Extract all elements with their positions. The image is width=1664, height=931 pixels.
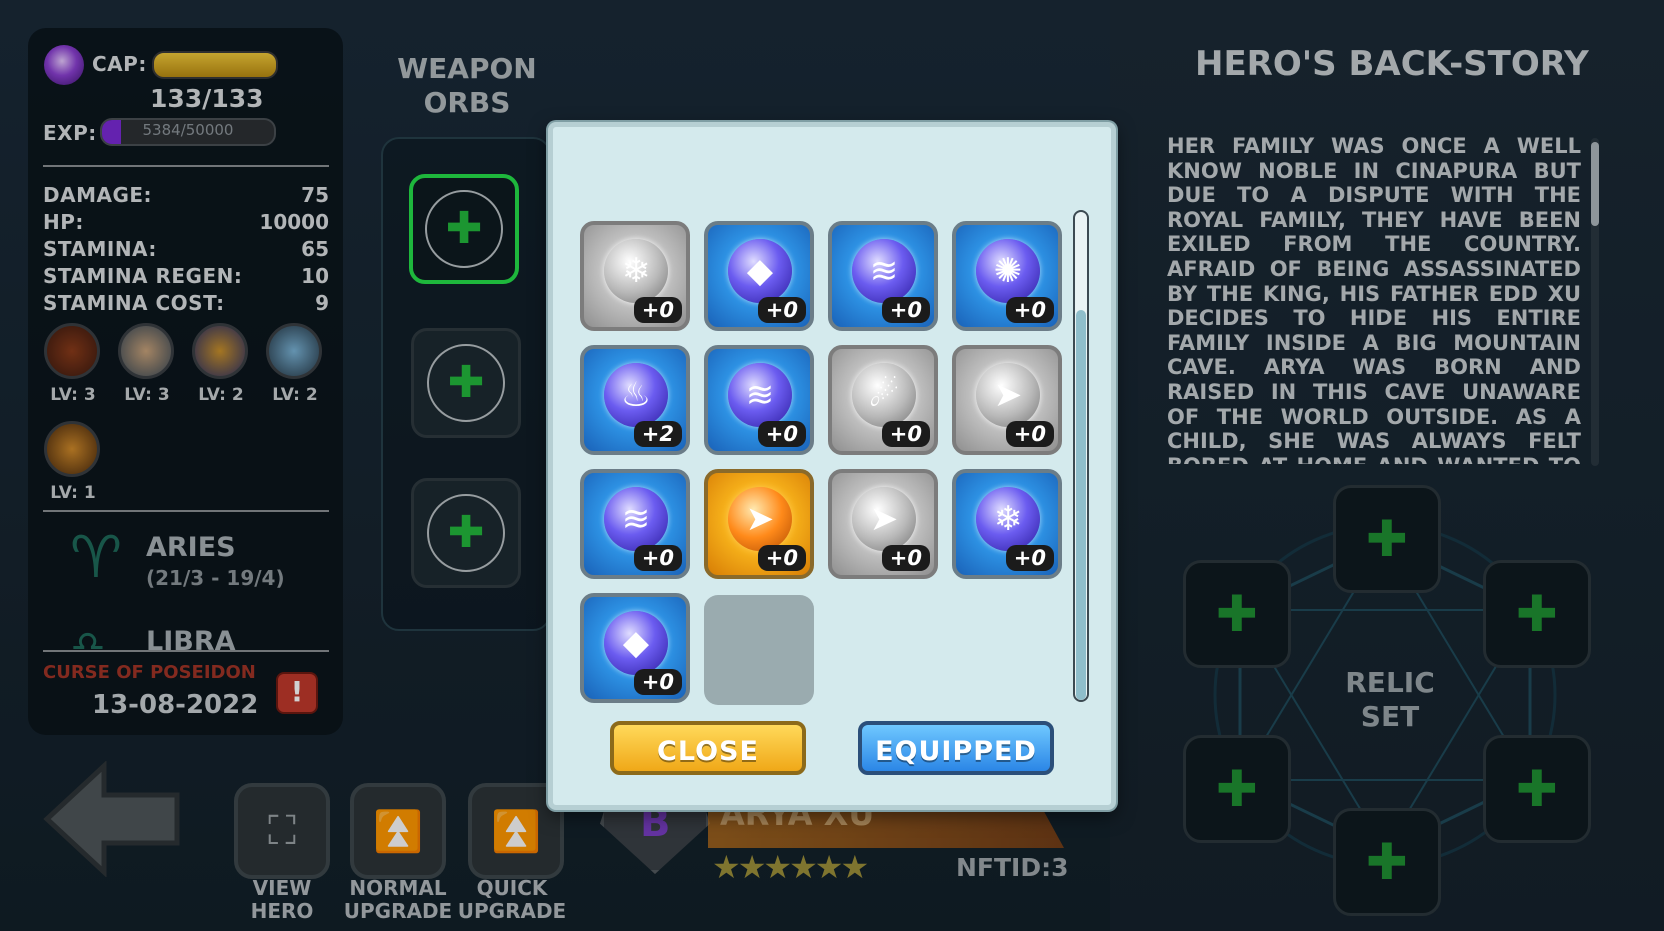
crystal-orb-icon: ◆	[728, 239, 792, 303]
flame-orb-icon: ♨	[604, 363, 668, 427]
orb-level-tag: +0	[633, 545, 682, 571]
close-button[interactable]: CLOSE	[610, 721, 806, 775]
orb-tile[interactable]: ♨ +2	[580, 345, 690, 455]
orb-tile[interactable]: ➤ +0	[828, 469, 938, 579]
orb-level-tag: +0	[633, 669, 682, 695]
orb-level-tag: +0	[633, 297, 682, 323]
crystal-orb-icon: ◆	[604, 611, 668, 675]
orb-level-tag: +2	[633, 421, 682, 447]
orb-tile[interactable]: ➤ +0	[704, 469, 814, 579]
orb-level-tag: +0	[757, 421, 806, 447]
meteor-orb-icon: ☄	[852, 363, 916, 427]
orb-tile[interactable]: ◆ +0	[704, 221, 814, 331]
snowflake-orb-icon: ❄	[976, 487, 1040, 551]
arrow-orb-icon: ➤	[728, 487, 792, 551]
orb-level-tag: +0	[757, 545, 806, 571]
orb-tile[interactable]: ≋ +0	[580, 469, 690, 579]
snowflake-orb-icon: ❄	[604, 239, 668, 303]
wind-orb-icon: ≋	[604, 487, 668, 551]
orb-level-tag: +0	[881, 421, 930, 447]
orb-tile[interactable]: ✺ +0	[952, 221, 1062, 331]
orb-level-tag: +0	[1005, 545, 1054, 571]
equipped-button[interactable]: EQUIPPED	[858, 721, 1054, 775]
orb-tile[interactable]: ➤ +0	[952, 345, 1062, 455]
orb-level-tag: +0	[1005, 297, 1054, 323]
empty-orb-slot	[704, 595, 814, 705]
wind-orb-icon: ≋	[728, 363, 792, 427]
orb-tile[interactable]: ❄ +0	[952, 469, 1062, 579]
orb-level-tag: +0	[881, 297, 930, 323]
arrow-orb-icon: ➤	[976, 363, 1040, 427]
orb-tile[interactable]: ≋ +0	[704, 345, 814, 455]
orb-tile[interactable]: ◆ +0	[580, 593, 690, 703]
orb-level-tag: +0	[757, 297, 806, 323]
starburst-orb-icon: ✺	[976, 239, 1040, 303]
orb-tile[interactable]: ≋ +0	[828, 221, 938, 331]
orb-tile[interactable]: ❄ +0	[580, 221, 690, 331]
orb-grid-scroll-thumb[interactable]	[1076, 310, 1086, 700]
orb-level-tag: +0	[881, 545, 930, 571]
wind-orb-icon: ≋	[852, 239, 916, 303]
orb-tile[interactable]: ☄ +0	[828, 345, 938, 455]
arrow-orb-icon: ➤	[852, 487, 916, 551]
orb-level-tag: +0	[1005, 421, 1054, 447]
